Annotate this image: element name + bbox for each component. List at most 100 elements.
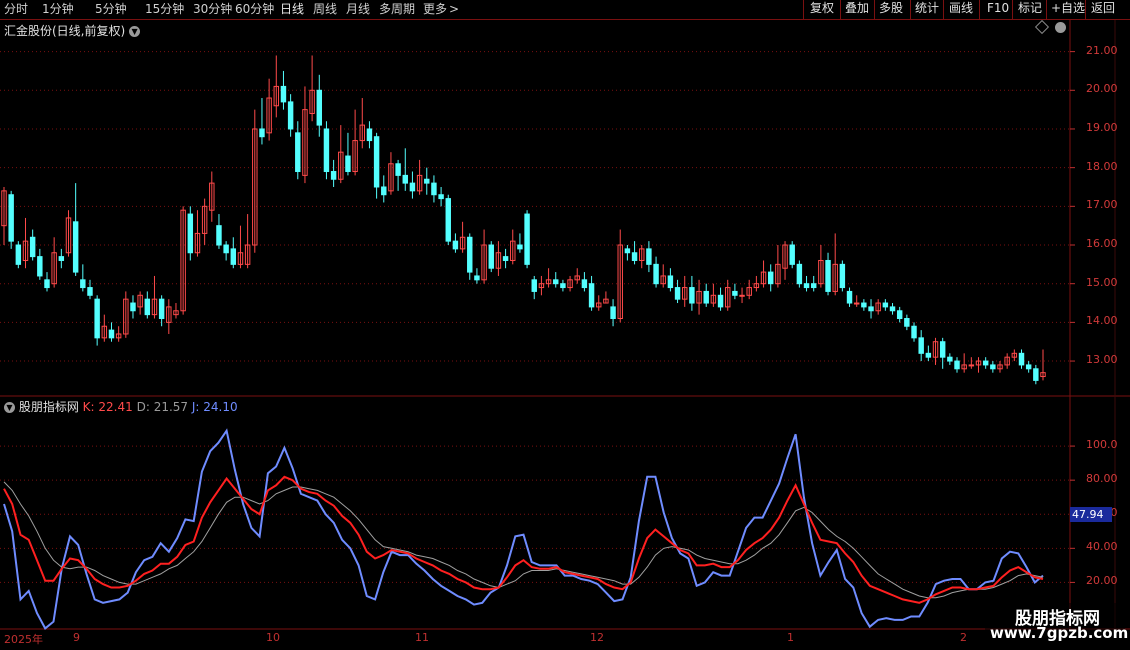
candle-body [674, 287, 681, 300]
price-tick: 14.00 [1086, 314, 1118, 328]
candle-body [316, 89, 323, 126]
price-tick: 15.00 [1086, 275, 1118, 289]
candle-body [345, 155, 351, 173]
candle-body [925, 352, 932, 358]
candle-body [825, 259, 831, 292]
candle-body [330, 171, 337, 180]
candle-body [990, 364, 996, 370]
candle-body [94, 298, 100, 339]
candle-body [968, 364, 975, 367]
chart-frame [0, 20, 1130, 630]
price-tick: 19.00 [1086, 120, 1118, 134]
candle-body [1033, 368, 1039, 381]
candle-body [287, 101, 294, 130]
candle-body [130, 302, 136, 312]
candle-body [467, 236, 473, 273]
d-value: D: 21.57 [136, 400, 189, 414]
candle-body [918, 337, 924, 354]
candle-body [15, 244, 22, 265]
series-line-j [3, 428, 1044, 630]
candle-body [488, 244, 494, 269]
series-line-k [3, 475, 1044, 604]
candle-body [44, 279, 50, 289]
candle-body [445, 198, 451, 242]
candle-body [939, 341, 946, 358]
month-label: 12 [590, 631, 604, 644]
candle-body [703, 290, 709, 304]
price-tick: 17.00 [1086, 198, 1118, 212]
candle-body [853, 302, 860, 305]
candle-body [144, 298, 151, 316]
indicator-tick: 100.0 [1086, 438, 1118, 452]
candle-body [452, 240, 459, 250]
candle-body [610, 306, 616, 320]
candle-body [395, 163, 401, 176]
candle-body [108, 329, 115, 339]
candle-body [896, 310, 903, 320]
candle-body [230, 248, 237, 265]
indicator-tick: 40.00 [1086, 540, 1118, 554]
candle-body [653, 263, 659, 285]
price-tick: 18.00 [1086, 159, 1118, 173]
candle-body [767, 271, 774, 285]
candle-body [739, 294, 745, 297]
candle-body [37, 256, 43, 277]
candle-body [982, 360, 989, 366]
candle-body [524, 213, 530, 265]
indicator-tick: 20.00 [1086, 574, 1118, 588]
candle-body [717, 294, 724, 308]
candle-body [431, 182, 437, 196]
candle-body [438, 194, 444, 200]
candle-body [868, 306, 874, 312]
candle-body [667, 275, 674, 289]
candle-body [631, 252, 638, 261]
candle-body [803, 283, 810, 289]
candle-body [366, 128, 373, 142]
month-label: 9 [73, 631, 80, 644]
candle-body [531, 279, 537, 292]
candle-body [947, 356, 953, 362]
indicator-name[interactable]: 股朋指标网 [19, 400, 79, 414]
candle-body [624, 248, 631, 254]
candle-body [732, 290, 738, 296]
watermark-url: www.7gpzb.com [990, 624, 1129, 642]
candle-body [8, 194, 14, 242]
candle-body [280, 85, 287, 103]
current-value-badge: 47.94 [1070, 507, 1112, 522]
candle-body [409, 182, 416, 192]
candle-body [553, 279, 559, 285]
chevron-down-icon[interactable]: ▼ [4, 402, 15, 413]
j-value: J: 24.10 [191, 400, 238, 414]
candle-body [323, 128, 330, 173]
candle-body [839, 263, 846, 289]
price-tick: 16.00 [1086, 237, 1118, 250]
candle-body [1025, 364, 1032, 370]
candle-body [889, 306, 896, 312]
candle-body [861, 302, 867, 308]
candle-body [295, 132, 301, 173]
candle-body [424, 178, 430, 184]
candle-body [588, 283, 595, 308]
candle-body [29, 236, 36, 258]
candle-body [954, 360, 960, 370]
candle-body [158, 298, 165, 320]
price-tick: 13.00 [1086, 353, 1118, 367]
candle-body [810, 283, 817, 289]
candle-body [72, 221, 79, 273]
candle-body [502, 256, 509, 261]
candle-body [689, 287, 695, 304]
candle-body [882, 302, 889, 308]
candle-body [259, 128, 265, 138]
candlestick-series [1, 55, 1046, 385]
indicator-tick: 80.00 [1086, 472, 1118, 486]
candle-body [80, 279, 86, 289]
chart-canvas [0, 20, 1130, 630]
price-tick: 20.00 [1086, 82, 1118, 96]
candle-body [187, 213, 194, 254]
month-label: 11 [415, 631, 429, 644]
price-tick: 21.00 [1086, 43, 1118, 57]
year-label: 2025年 [4, 633, 43, 646]
candle-body [517, 244, 523, 250]
candle-body [87, 287, 93, 296]
candle-body [560, 283, 566, 289]
